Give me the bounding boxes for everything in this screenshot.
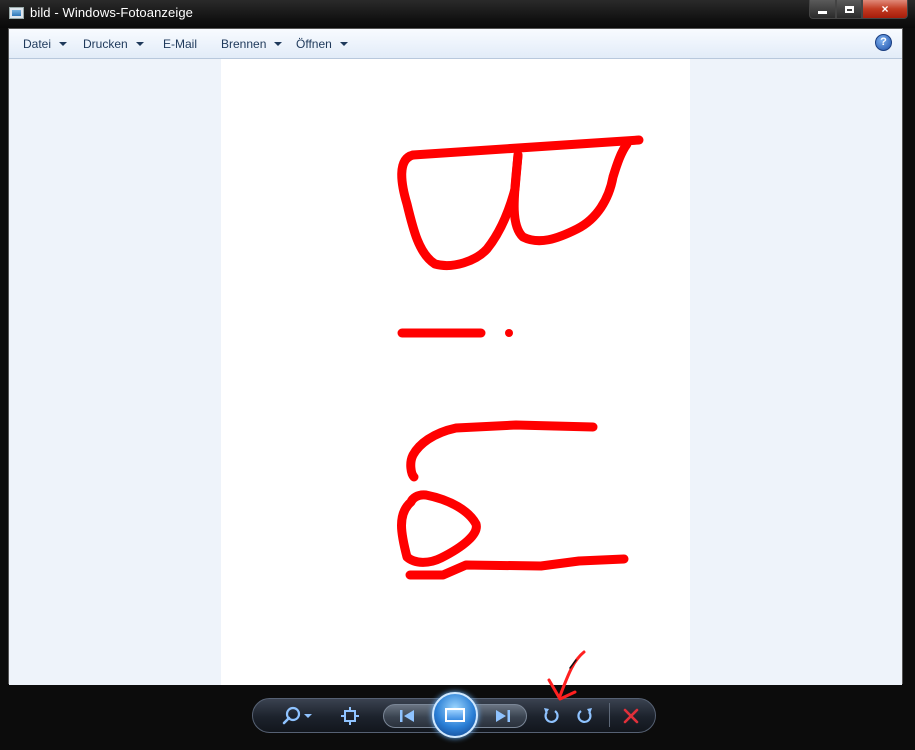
menu-brennen[interactable]: Brennen	[221, 37, 283, 51]
close-button[interactable]: ×	[862, 0, 908, 19]
chevron-down-icon	[274, 42, 283, 46]
menu-datei[interactable]: Datei	[23, 37, 68, 51]
actual-size-icon	[341, 707, 359, 725]
rotate-left-button[interactable]	[541, 706, 561, 726]
menu-oeffnen[interactable]: Öffnen	[296, 37, 348, 51]
title-bar[interactable]: bild - Windows-Fotoanzeige ×	[0, 0, 915, 28]
menu-bar: Datei Drucken E-Mail Brennen Öffnen ?	[9, 29, 902, 59]
photo-viewer-window: bild - Windows-Fotoanzeige × Datei Druck…	[0, 0, 915, 750]
chevron-down-icon	[135, 42, 144, 46]
photo-viewer-icon	[9, 7, 24, 19]
delete-button[interactable]	[621, 706, 641, 726]
menu-label: E-Mail	[163, 37, 198, 51]
rotate-clockwise-icon	[577, 708, 592, 723]
menu-label: Öffnen	[296, 37, 332, 51]
control-separator	[609, 703, 610, 727]
next-icon	[496, 710, 510, 722]
previous-button[interactable]	[397, 706, 417, 726]
minimize-icon	[818, 10, 827, 14]
zoom-button[interactable]	[281, 706, 315, 726]
client-area: Datei Drucken E-Mail Brennen Öffnen ?	[8, 28, 903, 685]
help-button[interactable]: ?	[875, 34, 892, 51]
chevron-down-icon	[59, 42, 68, 46]
menu-label: Brennen	[221, 37, 267, 51]
displayed-image	[221, 59, 690, 685]
window-title: bild - Windows-Fotoanzeige	[30, 5, 194, 20]
menu-label: Drucken	[83, 37, 128, 51]
actual-size-button[interactable]	[339, 706, 361, 726]
red-scribble-drawing	[397, 135, 644, 580]
window-controls: ×	[809, 0, 908, 20]
menu-label: Datei	[23, 37, 52, 51]
minimize-button[interactable]	[809, 0, 836, 19]
next-button[interactable]	[493, 706, 513, 726]
previous-icon	[400, 710, 414, 722]
chevron-down-icon	[339, 42, 348, 46]
delete-icon	[623, 708, 639, 724]
menu-drucken[interactable]: Drucken	[83, 37, 144, 51]
image-viewport[interactable]	[9, 59, 902, 685]
slideshow-button[interactable]	[432, 692, 478, 738]
maximize-icon	[844, 5, 854, 13]
menu-email[interactable]: E-Mail	[163, 37, 197, 51]
slideshow-icon	[445, 708, 465, 722]
maximize-button[interactable]	[836, 0, 862, 19]
close-icon: ×	[881, 2, 889, 16]
rotate-counterclockwise-icon	[544, 708, 559, 723]
help-icon: ?	[880, 36, 887, 48]
rotate-right-button[interactable]	[575, 706, 595, 726]
zoom-icon	[282, 706, 312, 725]
